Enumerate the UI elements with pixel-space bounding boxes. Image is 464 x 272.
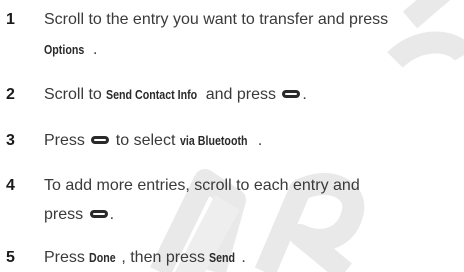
step-text-segment: . (241, 249, 246, 266)
step-text-continued: press . (44, 205, 114, 225)
step-text-segment: To add more entries, scroll to each entr… (44, 177, 360, 194)
done-keyword: Done (89, 250, 116, 265)
step-text: Scroll to the entry you want to transfer… (44, 10, 388, 30)
instruction-steps: 1 Scroll to the entry you want to transf… (0, 0, 464, 272)
center-select-key-icon (282, 89, 301, 98)
step-text-segment: . (109, 206, 115, 223)
center-select-key-icon (91, 135, 110, 144)
step-text-segment: . (93, 41, 98, 58)
step-text: Scroll to Send Contact Info and press . (44, 85, 307, 105)
send-contact-info-keyword-wrap: Send Contact Info (106, 85, 201, 105)
via-bluetooth-keyword: via Bluetooth (179, 133, 248, 148)
step-text-segment: Press (44, 249, 90, 266)
send-contact-info-keyword: Send Contact Info (106, 87, 198, 102)
step-text-segment: to select (111, 132, 180, 149)
send-keyword-wrap: Send (209, 248, 241, 268)
step-text-segment: Press (44, 132, 85, 149)
step-text-segment: . (257, 132, 263, 149)
step-number: 2 (6, 86, 15, 103)
step-number: 5 (6, 249, 15, 266)
step-text-segment: and press (201, 86, 276, 103)
step-text: Press to select via Bluetooth. (44, 131, 262, 151)
step-number: 1 (6, 11, 15, 28)
options-keyword: Options (44, 42, 85, 57)
send-keyword: Send (209, 250, 236, 265)
step-text-continued: Options. (44, 40, 97, 60)
done-keyword-wrap: Done (89, 248, 121, 268)
step-text: Press Done , then press Send. (44, 248, 246, 268)
step-text-segment: , then press (121, 249, 210, 266)
step-number: 4 (6, 177, 15, 194)
center-select-key-icon (89, 209, 108, 218)
step-text-segment: . (302, 86, 307, 103)
step-text-segment: Scroll to the entry you want to transfer… (44, 11, 389, 28)
step-text: To add more entries, scroll to each entr… (44, 176, 360, 196)
step-text-segment: press (44, 206, 84, 223)
via-bluetooth-keyword-wrap: via Bluetooth (180, 131, 258, 151)
step-number: 3 (6, 132, 15, 149)
options-keyword-wrap: Options (44, 40, 93, 60)
step-text-segment: Scroll to (44, 86, 107, 103)
